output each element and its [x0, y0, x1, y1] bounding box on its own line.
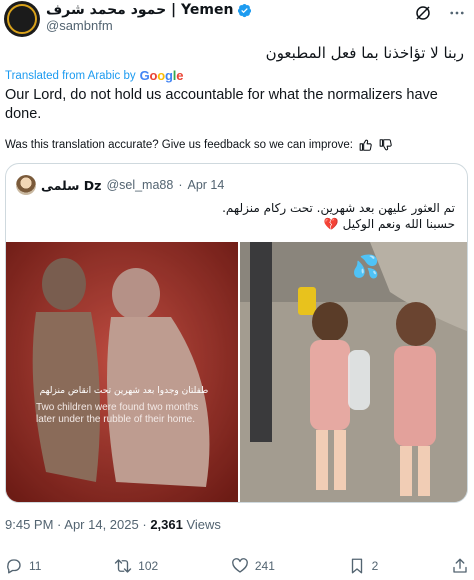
quoted-author-handle: @sel_ma88 [106, 178, 174, 192]
thumbs-down-icon[interactable] [379, 138, 393, 152]
author-name-row[interactable]: حمود محمد شرف | Yemen [46, 1, 252, 19]
translation-feedback: Was this translation accurate? Give us f… [5, 138, 393, 152]
repost-button[interactable]: 102 [114, 557, 158, 575]
google-logo: Google [139, 68, 184, 83]
reply-count: 11 [29, 559, 42, 573]
quoted-post-media: طفلتان وجدوا بعد شهرين تحت انقاض منزلهم … [6, 242, 467, 502]
repost-icon [114, 559, 132, 573]
share-button[interactable] [451, 557, 469, 575]
feedback-prompt: Was this translation accurate? Give us f… [5, 139, 353, 151]
droplets-emoji: 💦 [352, 252, 379, 280]
more-options-icon[interactable] [448, 4, 466, 22]
post-header: حمود محمد شرف | Yemen @sambnfm [4, 0, 470, 40]
post-date[interactable]: Apr 14, 2025 [64, 517, 138, 532]
right-image-illustration: 💦 [240, 242, 467, 502]
translation-attribution: Translated from Arabic by Google [5, 68, 183, 83]
thumbs-up-icon[interactable] [359, 138, 373, 152]
separator-dot: · [178, 178, 183, 192]
reply-icon [7, 559, 21, 574]
action-bar: 11 102 241 2 [5, 555, 469, 577]
quoted-text-line-2: حسبنا الله ونعم الوكيل 💔 [323, 217, 455, 231]
author-display-name[interactable]: حمود محمد شرف | Yemen [46, 2, 233, 18]
bookmark-button[interactable]: 2 [348, 557, 379, 575]
like-button[interactable]: 241 [231, 557, 275, 575]
author-handle[interactable]: @sambnfm [46, 18, 113, 33]
avatar-ring [7, 4, 37, 34]
media-image-right[interactable]: 💦 [240, 242, 467, 502]
heart-icon [231, 558, 248, 573]
quoted-post-text: تم العثور عليهن بعد شهرين. تحت ركام منزل… [35, 200, 455, 232]
quoted-author-name: سلمى Dz [41, 177, 102, 193]
left-image-illustration [6, 242, 238, 502]
bookmark-count: 2 [371, 559, 379, 573]
quoted-post-date: Apr 14 [187, 178, 225, 192]
quoted-post[interactable]: سلمى Dz @sel_ma88 · Apr 14 تم العثور علي… [5, 163, 468, 503]
author-avatar[interactable] [4, 1, 40, 37]
left-image-caption-en: Two children were found two months later… [36, 402, 199, 425]
quoted-author-avatar [16, 175, 36, 195]
reply-button[interactable]: 11 [5, 557, 41, 575]
quoted-text-line-1: تم العثور عليهن بعد شهرين. تحت ركام منزل… [222, 201, 455, 215]
verified-badge-icon [238, 3, 252, 17]
repost-count: 102 [138, 559, 159, 573]
bookmark-icon [351, 558, 362, 574]
views-count: 2,361 [150, 517, 183, 532]
quoted-post-header: سلمى Dz @sel_ma88 · Apr 14 [16, 175, 224, 195]
post-translated-text: Our Lord, do not hold us accountable for… [5, 87, 438, 122]
views-label: Views [186, 517, 221, 532]
share-icon [453, 558, 467, 573]
grok-icon[interactable] [414, 4, 432, 22]
header-actions [414, 4, 466, 22]
left-image-caption-ar: طفلتان وجدوا بعد شهرين تحت انقاض منزلهم [39, 386, 209, 396]
post-original-text: ربنا لا تؤاخذنا بما فعل المطبعون [265, 44, 464, 62]
post-metadata: 9:45 PM · Apr 14, 2025 · 2,361 Views [5, 517, 221, 532]
media-image-left[interactable]: طفلتان وجدوا بعد شهرين تحت انقاض منزلهم … [6, 242, 238, 502]
like-count: 241 [254, 559, 275, 573]
post-time[interactable]: 9:45 PM [5, 517, 53, 532]
translated-from-label: Translated from Arabic by [5, 69, 136, 82]
